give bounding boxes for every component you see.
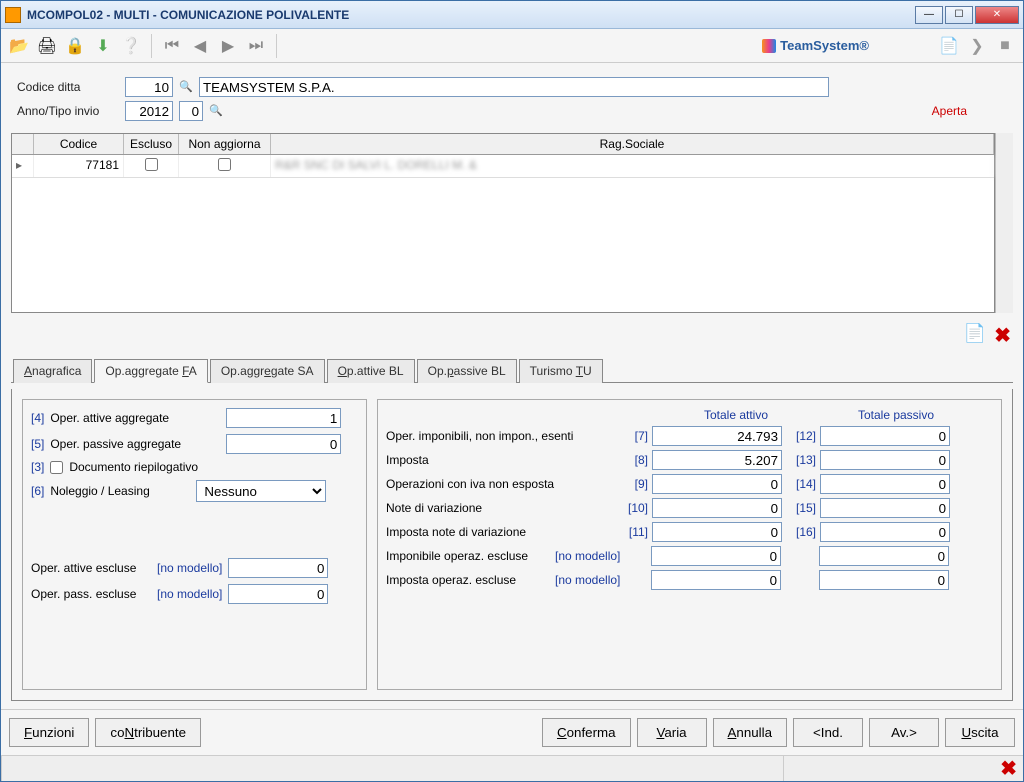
maximize-button[interactable]: ☐ bbox=[945, 6, 973, 24]
status-close-icon[interactable]: ✖ bbox=[1000, 756, 1017, 781]
last-icon[interactable]: ⏭ bbox=[244, 34, 268, 58]
lookup-icon[interactable]: 🔍 bbox=[179, 80, 193, 94]
ind-button[interactable]: <Ind. bbox=[793, 718, 863, 747]
table-row[interactable]: ▸ 77181 R&R SNC DI SALVI L. DORELLI M. & bbox=[12, 155, 994, 178]
next-icon[interactable]: ▶ bbox=[216, 34, 240, 58]
tab-op-attive-bl[interactable]: Op.attive BL bbox=[327, 359, 415, 383]
nonagg-checkbox[interactable] bbox=[218, 158, 231, 171]
tab-op-sa[interactable]: Op.aggregate SA bbox=[210, 359, 325, 383]
conferma-button[interactable]: Conferma bbox=[542, 718, 631, 747]
app-icon bbox=[5, 7, 21, 23]
col-codice: Codice bbox=[34, 134, 124, 154]
titlebar: MCOMPOL02 - MULTI - COMUNICAZIONE POLIVA… bbox=[1, 1, 1023, 29]
lock-icon[interactable]: 🔒 bbox=[63, 34, 87, 58]
tipo-input[interactable] bbox=[179, 101, 203, 121]
tab-anagrafica[interactable]: Anagrafica bbox=[13, 359, 92, 383]
av-button[interactable]: Av.> bbox=[869, 718, 939, 747]
anno-label: Anno/Tipo invio bbox=[17, 104, 119, 118]
tab-op-fa[interactable]: Op.aggregate FA bbox=[94, 359, 207, 383]
noleggio-select[interactable]: Nessuno bbox=[196, 480, 326, 502]
help-icon[interactable]: ❔ bbox=[119, 34, 143, 58]
col-nonagg: Non aggiorna bbox=[179, 134, 271, 154]
pdf-icon[interactable]: 📄 bbox=[937, 34, 961, 58]
field-11[interactable] bbox=[652, 522, 782, 542]
field-15[interactable] bbox=[820, 498, 950, 518]
imposta-escluse-p[interactable] bbox=[819, 570, 949, 590]
prev-icon[interactable]: ◀ bbox=[188, 34, 212, 58]
oper-pass-escluse-input[interactable] bbox=[228, 584, 328, 604]
new-icon[interactable]: 📄 bbox=[964, 323, 986, 348]
lookup-icon-2[interactable]: 🔍 bbox=[209, 104, 223, 118]
oper-passive-input[interactable] bbox=[226, 434, 341, 454]
oper-attive-input[interactable] bbox=[226, 408, 341, 428]
status-badge: Aperta bbox=[932, 104, 967, 118]
close-button[interactable]: ✕ bbox=[975, 6, 1019, 24]
anno-input[interactable] bbox=[125, 101, 173, 121]
arrow-icon[interactable]: ❯ bbox=[965, 34, 989, 58]
field-10[interactable] bbox=[652, 498, 782, 518]
escluso-checkbox[interactable] bbox=[145, 158, 158, 171]
grid: Codice Escluso Non aggiorna Rag.Sociale … bbox=[11, 133, 995, 313]
field-16[interactable] bbox=[820, 522, 950, 542]
print-icon[interactable]: 🖨 bbox=[35, 34, 59, 58]
statusbar: ✖ bbox=[1, 755, 1023, 781]
imponibile-escluse-a[interactable] bbox=[651, 546, 781, 566]
col-escluso: Escluso bbox=[124, 134, 179, 154]
codice-ditta-input[interactable] bbox=[125, 77, 173, 97]
brand-logo: TeamSystem® bbox=[762, 38, 869, 53]
imponibile-escluse-p[interactable] bbox=[819, 546, 949, 566]
brand-icon bbox=[762, 39, 776, 53]
minimize-button[interactable]: — bbox=[915, 6, 943, 24]
tab-strip: Anagrafica Op.aggregate FA Op.aggregate … bbox=[11, 358, 1013, 383]
oper-attive-escluse-input[interactable] bbox=[228, 558, 328, 578]
col-ragsociale: Rag.Sociale bbox=[271, 134, 994, 154]
open-icon[interactable]: 📂 bbox=[7, 34, 31, 58]
grid-scrollbar[interactable] bbox=[995, 133, 1013, 313]
tab-op-passive-bl[interactable]: Op.passive BL bbox=[417, 359, 517, 383]
stop-icon[interactable]: ■ bbox=[993, 34, 1017, 58]
tab-turismo[interactable]: Turismo TU bbox=[519, 359, 603, 383]
delete-icon[interactable]: ✖ bbox=[994, 323, 1011, 348]
field-9[interactable] bbox=[652, 474, 782, 494]
export-icon[interactable]: ⬇ bbox=[91, 34, 115, 58]
field-14[interactable] bbox=[820, 474, 950, 494]
window-title: MCOMPOL02 - MULTI - COMUNICAZIONE POLIVA… bbox=[27, 8, 915, 22]
ragione-sociale-input[interactable] bbox=[199, 77, 829, 97]
contribuente-button[interactable]: coNtribuente bbox=[95, 718, 201, 747]
field-7[interactable] bbox=[652, 426, 782, 446]
field-12[interactable] bbox=[820, 426, 950, 446]
varia-button[interactable]: Varia bbox=[637, 718, 707, 747]
doc-riepilogativo-checkbox[interactable] bbox=[50, 461, 63, 474]
uscita-button[interactable]: Uscita bbox=[945, 718, 1015, 747]
field-8[interactable] bbox=[652, 450, 782, 470]
toolbar: 📂 🖨 🔒 ⬇ ❔ ⏮ ◀ ▶ ⏭ TeamSystem® 📄 ❯ ■ bbox=[1, 29, 1023, 63]
field-13[interactable] bbox=[820, 450, 950, 470]
first-icon[interactable]: ⏮ bbox=[160, 34, 184, 58]
annulla-button[interactable]: Annulla bbox=[713, 718, 787, 747]
codice-ditta-label: Codice ditta bbox=[17, 80, 119, 94]
imposta-escluse-a[interactable] bbox=[651, 570, 781, 590]
funzioni-button[interactable]: Funzioni bbox=[9, 718, 89, 747]
